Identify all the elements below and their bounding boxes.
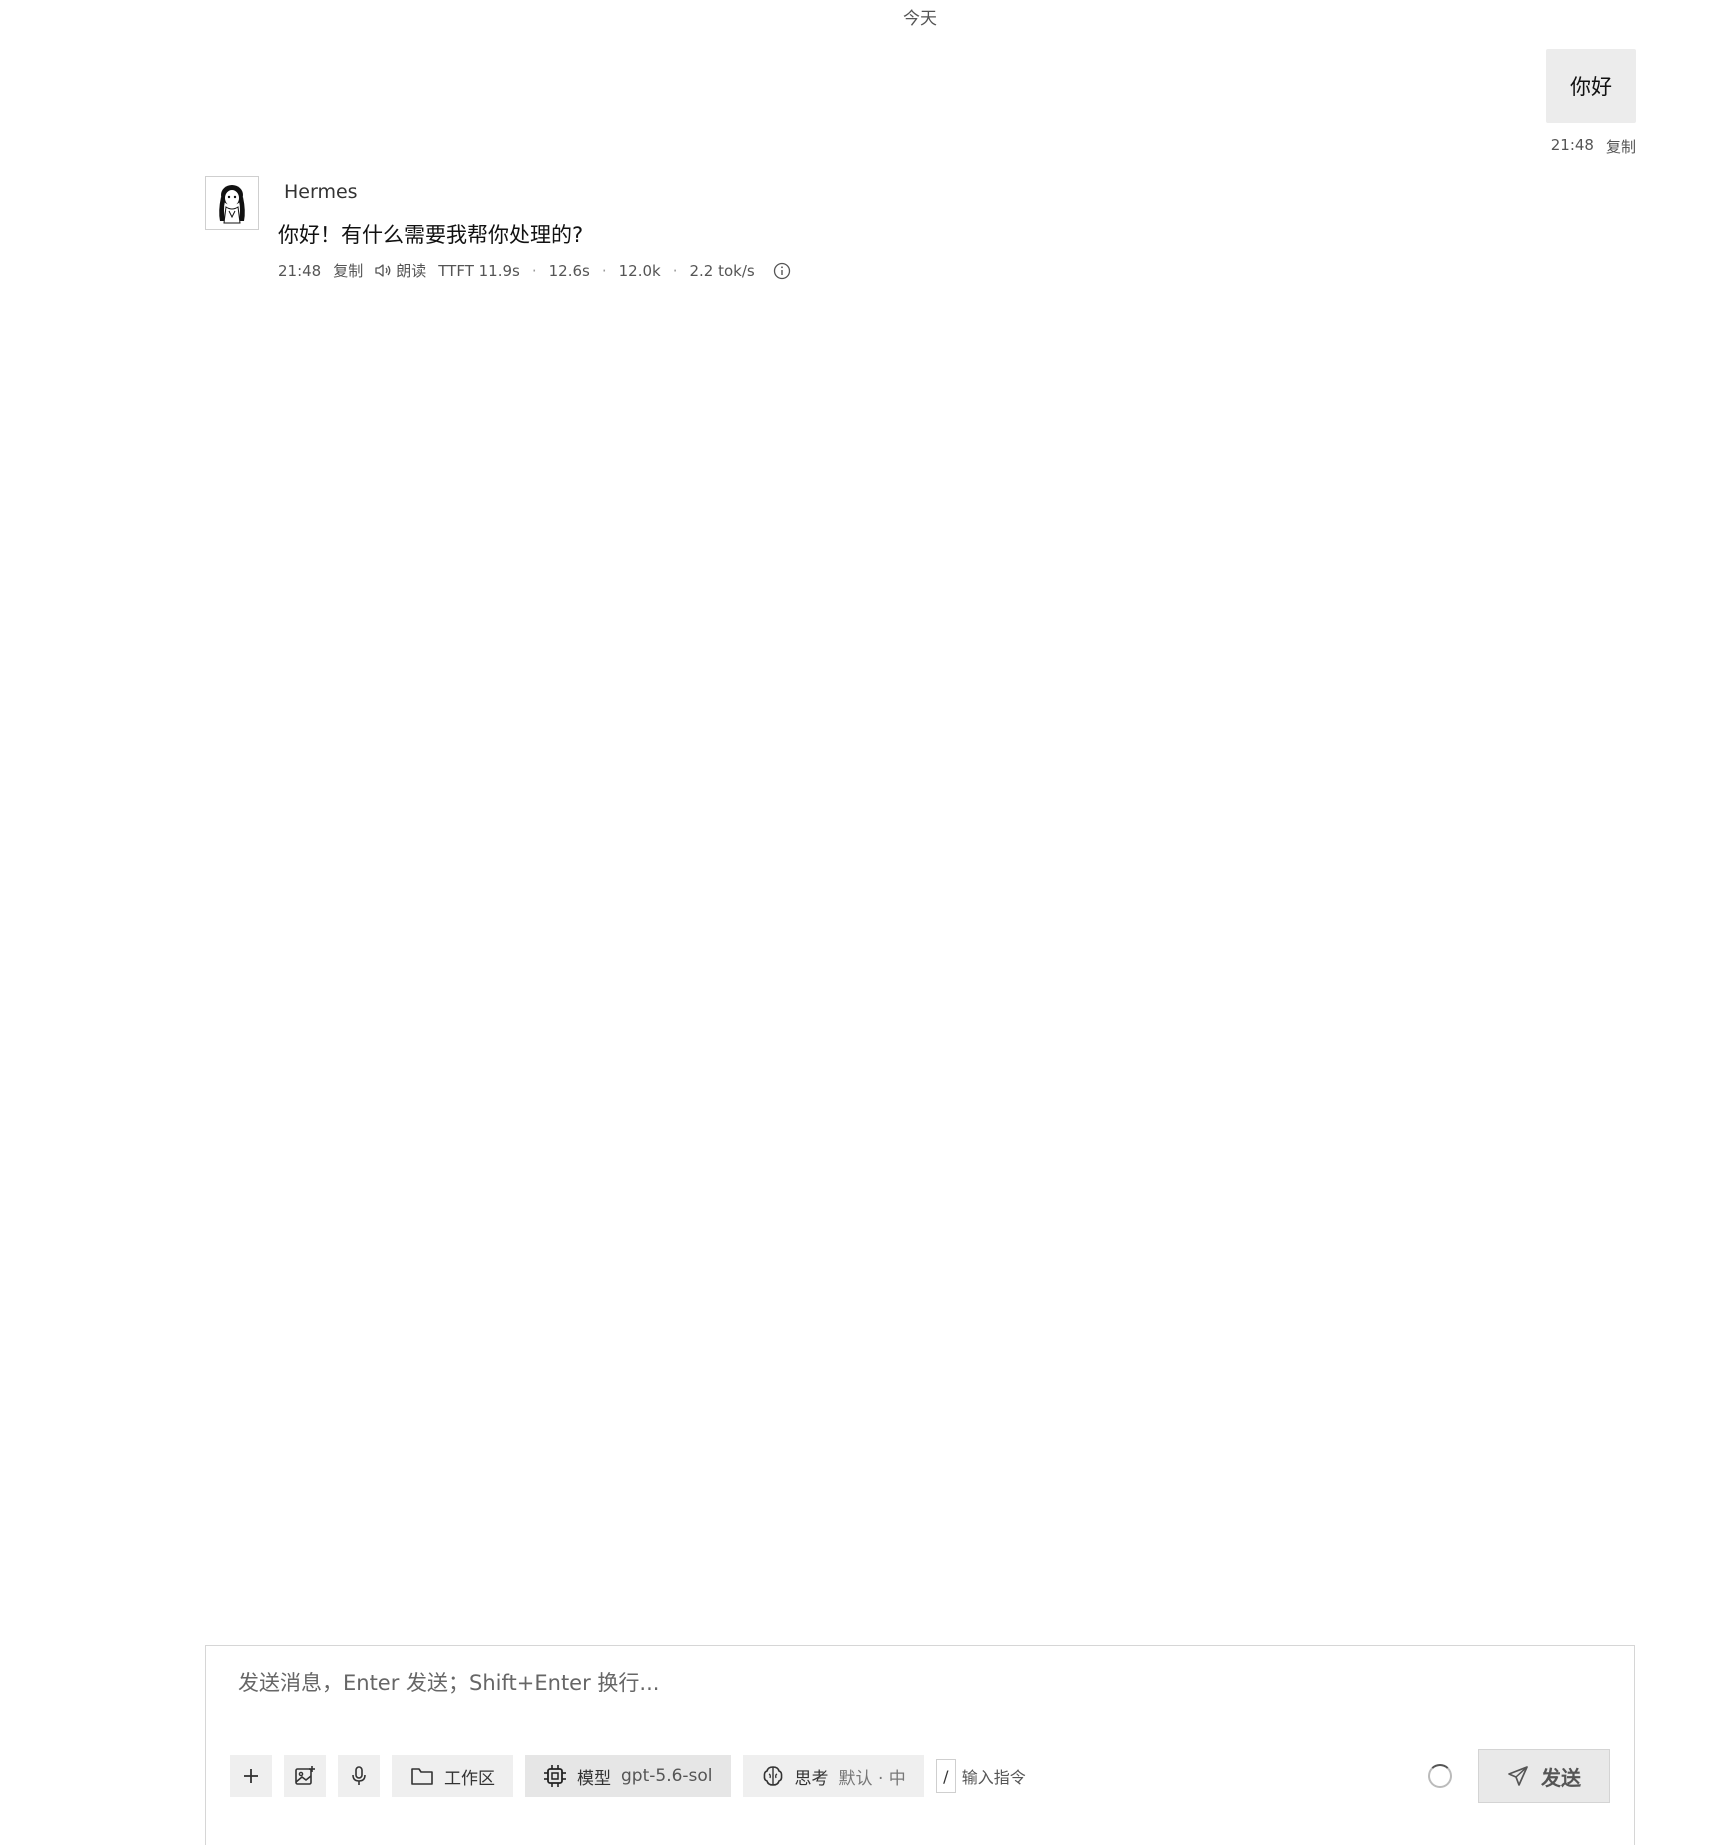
stat-separator: ·	[672, 261, 678, 280]
send-label: 发送	[1541, 1765, 1581, 1790]
composer: 工作区 模型 gpt-5.6-sol	[205, 1645, 1635, 1845]
user-message-text: 你好	[1570, 75, 1612, 99]
command-hint-label: 输入指令	[961, 1768, 1026, 1787]
voice-input-button[interactable]	[338, 1755, 380, 1797]
stat-separator: ·	[601, 261, 607, 280]
command-hint[interactable]: / 输入指令	[935, 1759, 1026, 1793]
assistant-message-meta: 21:48 复制 朗读 TTFT 11.9s · 12.6s · 12.0k ·…	[278, 260, 803, 281]
workspace-button[interactable]: 工作区	[392, 1755, 513, 1797]
add-button[interactable]	[230, 1755, 272, 1797]
date-divider: 今天	[903, 9, 937, 29]
assistant-copy-button[interactable]: 复制	[333, 260, 363, 281]
girl-avatar-icon	[219, 185, 245, 224]
user-message-meta: 21:48 复制	[1551, 136, 1636, 157]
assistant-name: Hermes	[284, 181, 358, 203]
model-label: 模型	[577, 1768, 611, 1789]
user-message-bubble: 你好	[1546, 49, 1636, 123]
info-button[interactable]	[773, 262, 791, 280]
read-aloud-button[interactable]: 朗读	[375, 260, 426, 281]
loading-spinner	[1428, 1764, 1452, 1788]
brain-icon	[763, 1766, 782, 1786]
tokens-stat: 12.0k	[618, 261, 661, 280]
paper-plane-icon	[1508, 1766, 1528, 1786]
assistant-message-text: 你好！有什么需要我帮你处理的?	[278, 223, 584, 247]
speaker-icon	[375, 264, 391, 277]
thinking-value: 默认 · 中	[838, 1768, 906, 1789]
assistant-message-time: 21:48	[278, 261, 322, 280]
composer-toolbar: 工作区 模型 gpt-5.6-sol 思考 默认 · 中 / 输入指令 发送	[230, 1749, 1610, 1803]
image-add-icon	[295, 1766, 315, 1785]
folder-icon	[411, 1768, 433, 1785]
microphone-icon	[352, 1766, 366, 1785]
duration-stat: 12.6s	[548, 261, 590, 280]
user-message-time: 21:48	[1550, 136, 1594, 154]
message-input[interactable]	[236, 1670, 1540, 1696]
send-button[interactable]: 发送	[1478, 1749, 1610, 1803]
thinking-label: 思考	[794, 1768, 829, 1789]
model-selector[interactable]: 模型 gpt-5.6-sol	[525, 1755, 731, 1797]
assistant-avatar	[205, 176, 259, 230]
ttft-stat: TTFT 11.9s	[438, 261, 520, 280]
info-circle-icon	[773, 262, 790, 279]
add-image-button[interactable]	[284, 1755, 326, 1797]
user-copy-button[interactable]: 复制	[1606, 136, 1636, 157]
speed-stat: 2.2 tok/s	[689, 261, 755, 280]
model-value: gpt-5.6-sol	[621, 1766, 713, 1786]
thinking-selector[interactable]: 思考 默认 · 中	[742, 1755, 924, 1797]
workspace-label: 工作区	[444, 1768, 495, 1789]
stat-separator: ·	[531, 261, 537, 280]
plus-icon	[244, 1769, 258, 1783]
read-aloud-label: 朗读	[396, 262, 427, 280]
slash-key: /	[935, 1759, 956, 1793]
cpu-chip-icon	[544, 1765, 566, 1787]
